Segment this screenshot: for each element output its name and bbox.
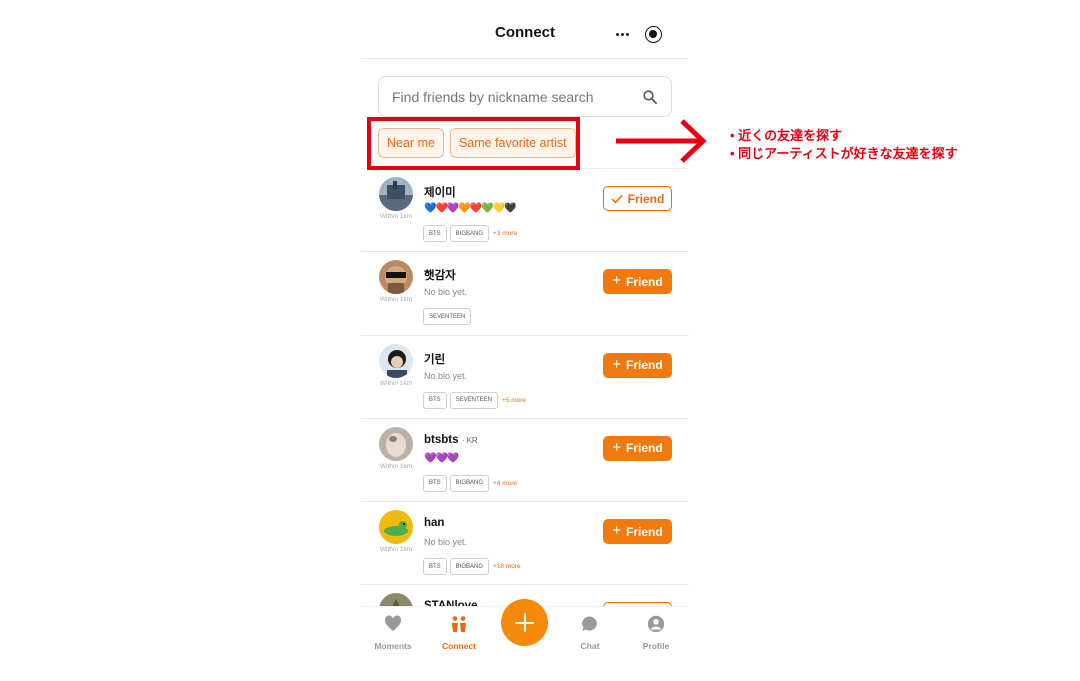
distance-label: Within 1km (379, 546, 413, 554)
user-name[interactable]: 기린 (424, 351, 445, 367)
distance-label: Within 1km (379, 213, 413, 220)
friend-list[interactable]: Within 1km 제이미 💙❤️💜🧡❤️💚💛🖤 BTS BIGBANG +3… (361, 169, 689, 669)
people-icon (452, 616, 466, 632)
list-item[interactable]: Within 1km btsbts · KR 💜💜💜 BTS BIGBANG +… (361, 419, 689, 503)
friend-button-label: Friend (626, 274, 663, 289)
search-icon[interactable] (643, 90, 657, 104)
avatar[interactable] (379, 343, 413, 378)
list-item[interactable]: Within 1km 제이미 💙❤️💜🧡❤️💚💛🖤 BTS BIGBANG +3… (361, 169, 689, 253)
create-plus-button[interactable] (501, 599, 548, 646)
plus-icon: + (612, 355, 622, 373)
distance-label: Within 1km (379, 296, 413, 304)
artist-tags: BTS BIGBANG +3 more (423, 225, 517, 242)
artist-tag: BTS (423, 225, 447, 242)
page-title: Connect (495, 24, 555, 41)
nickname-search-input[interactable] (392, 77, 632, 116)
nav-label: Profile (642, 641, 670, 651)
friend-button-label: Friend (627, 191, 665, 206)
connect-screen: Connect Near me Same favorite artist Wit… (361, 0, 689, 681)
nav-profile[interactable]: Profile (630, 615, 682, 651)
user-bio: No bio yet. (424, 287, 468, 298)
more-dots-icon[interactable] (609, 22, 635, 46)
artist-tags: BTS SEVENTEEN +5 more (423, 391, 526, 409)
artist-tag: BTS (423, 474, 447, 492)
plus-icon: + (612, 522, 622, 540)
artist-tag: SEVENTEEN (423, 308, 472, 326)
nav-chat[interactable]: Chat (564, 615, 616, 651)
nav-label: Moments (374, 641, 412, 651)
annotation-note: 近くの友達を探す (730, 127, 958, 145)
artist-tag: BTS (423, 391, 447, 409)
avatar[interactable] (379, 426, 413, 461)
friend-button-label: Friend (626, 524, 663, 539)
more-tags-link[interactable]: +4 more (492, 480, 517, 487)
hearts: 💙❤️💜🧡❤️💚💛🖤 (424, 203, 517, 214)
artist-tags: BTS BIGBANG +18 more (423, 558, 521, 576)
bottom-nav: Moments Connect Chat Profile (361, 599, 689, 681)
artist-tag: BIGBANG (449, 558, 490, 576)
artist-tags: BTS BIGBANG +4 more (423, 474, 517, 492)
user-name[interactable]: han (424, 517, 444, 529)
user-bio: No bio yet. (424, 537, 468, 548)
annotation-notes: 近くの友達を探す 同じアーティストが好きな友達を探す (730, 127, 958, 163)
hearts: 💜💜💜 (424, 452, 459, 464)
heart-chat-icon (384, 615, 402, 631)
list-item[interactable]: Within 1km 햇감자 No bio yet. SEVENTEEN + F… (361, 252, 689, 336)
artist-tag: BIGBANG (449, 474, 490, 492)
more-tags-link[interactable]: +18 more (492, 563, 521, 570)
arrow-right-icon (616, 119, 707, 163)
chat-bubble-icon (582, 616, 597, 632)
nav-label: Chat (580, 641, 600, 651)
highlight-box (367, 117, 580, 170)
record-target-icon[interactable] (645, 26, 662, 43)
artist-tag: BTS (423, 558, 447, 576)
user-country: · KR (461, 435, 478, 445)
annotation-note: 同じアーティストが好きな友達を探す (730, 145, 957, 163)
plus-icon: + (612, 272, 622, 290)
avatar[interactable] (379, 177, 413, 211)
list-item[interactable]: Within 1km 기린 No bio yet. BTS SEVENTEEN … (361, 336, 689, 419)
artist-tags: SEVENTEEN (423, 308, 472, 326)
user-name[interactable]: btsbts · KR (424, 434, 478, 446)
add-friend-button[interactable]: + Friend (603, 519, 672, 545)
user-bio: No bio yet. (424, 370, 468, 381)
more-tags-link[interactable]: +5 more (501, 397, 526, 404)
friend-button-label: Friend (626, 358, 663, 373)
add-friend-button[interactable]: + Friend (603, 269, 672, 295)
avatar[interactable] (379, 510, 413, 545)
artist-tag: SEVENTEEN (449, 391, 499, 409)
nav-label: Connect (442, 641, 476, 651)
check-icon (611, 194, 623, 204)
user-name[interactable]: 제이미 (424, 184, 456, 200)
search-box (378, 76, 672, 117)
distance-label: Within 1km (379, 462, 413, 470)
person-icon (647, 615, 665, 633)
nav-moments[interactable]: Moments (367, 615, 419, 651)
artist-tag: BIGBANG (449, 225, 490, 242)
nav-connect[interactable]: Connect (433, 615, 485, 651)
friend-button-label: Friend (626, 441, 663, 456)
top-header: Connect (361, 0, 689, 59)
user-name[interactable]: 햇감자 (424, 267, 456, 283)
list-item[interactable]: Within 1km han No bio yet. BTS BIGBANG +… (361, 502, 689, 586)
add-friend-button[interactable]: + Friend (603, 435, 672, 461)
more-tags-link[interactable]: +3 more (492, 230, 517, 237)
plus-icon: + (612, 438, 622, 456)
avatar[interactable] (379, 260, 413, 295)
add-friend-button[interactable]: + Friend (603, 352, 672, 378)
distance-label: Within 1km (379, 379, 413, 387)
friend-button-added[interactable]: Friend (603, 186, 672, 211)
